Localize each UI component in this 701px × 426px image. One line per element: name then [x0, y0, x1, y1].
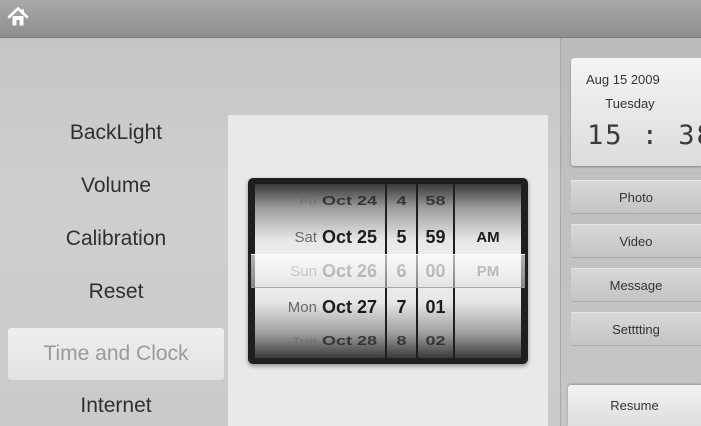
- top-bar: [0, 0, 701, 38]
- hour-option[interactable]: 5: [387, 220, 416, 254]
- date: Oct 24: [321, 193, 377, 208]
- video-button[interactable]: Video: [571, 224, 701, 258]
- date-option[interactable]: Sat Oct 25: [255, 220, 385, 254]
- hour-wheel[interactable]: 4 5 6 7 8: [387, 184, 416, 358]
- menu-item-time-and-clock[interactable]: Time and Clock: [8, 328, 224, 380]
- hour-option-selected[interactable]: 6: [387, 254, 416, 288]
- menu-item-volume[interactable]: Volume: [8, 163, 224, 209]
- weekday: Mon: [287, 298, 317, 316]
- hour-option[interactable]: 7: [387, 290, 416, 324]
- clock-widget: Aug 15 2009 Tuesday 15 : 38: [571, 58, 701, 166]
- photo-button[interactable]: Photo: [571, 180, 701, 214]
- menu-item-internet[interactable]: Internet: [8, 383, 224, 426]
- clock-day: Tuesday: [605, 96, 655, 111]
- weekday: Tue: [291, 335, 317, 347]
- date-time-picker: Fri Oct 24 Sat Oct 25 Sun Oct 26 Mon Oct 27 …: [248, 178, 528, 364]
- minute-option-selected[interactable]: 00: [418, 254, 453, 288]
- date: Oct 25: [321, 226, 377, 247]
- home-icon[interactable]: [6, 5, 30, 29]
- date-option-selected[interactable]: Sun Oct 26: [255, 254, 385, 288]
- ampm-option[interactable]: AM: [455, 220, 521, 254]
- weekday: Fri: [299, 195, 317, 207]
- date: Oct 28: [321, 333, 377, 348]
- message-button[interactable]: Message: [571, 268, 701, 302]
- date-option[interactable]: Mon Oct 27: [255, 290, 385, 324]
- weekday: Sat: [294, 228, 317, 246]
- weekday: Sun: [290, 262, 317, 280]
- menu-item-reset[interactable]: Reset: [8, 269, 224, 315]
- minute-option[interactable]: 58: [418, 189, 453, 213]
- minute-option[interactable]: 01: [418, 290, 453, 324]
- date-wheel[interactable]: Fri Oct 24 Sat Oct 25 Sun Oct 26 Mon Oct 27 …: [255, 184, 385, 358]
- date-option[interactable]: Fri Oct 24: [255, 189, 385, 213]
- hour-option[interactable]: 8: [387, 329, 416, 353]
- minute-option[interactable]: 02: [418, 329, 453, 353]
- menu-item-backlight[interactable]: BackLight: [8, 110, 224, 156]
- date-option[interactable]: Tue Oct 28: [255, 329, 385, 353]
- menu-item-calibration[interactable]: Calibration: [8, 216, 224, 262]
- date: Oct 26: [321, 260, 377, 281]
- clock-date: Aug 15 2009: [586, 72, 660, 87]
- ampm-option-selected[interactable]: PM: [455, 254, 521, 288]
- ampm-wheel[interactable]: AM PM: [455, 184, 521, 358]
- settings-menu: BackLight Volume Calibration Reset Time …: [8, 110, 224, 417]
- hour-option[interactable]: 4: [387, 189, 416, 213]
- setting-button[interactable]: Setttting: [571, 312, 701, 346]
- minute-wheel[interactable]: 58 59 00 01 02: [418, 184, 453, 358]
- date: Oct 27: [321, 296, 377, 317]
- clock-time: 15 : 38: [587, 120, 701, 151]
- resume-button[interactable]: Resume: [568, 385, 701, 426]
- minute-option[interactable]: 59: [418, 220, 453, 254]
